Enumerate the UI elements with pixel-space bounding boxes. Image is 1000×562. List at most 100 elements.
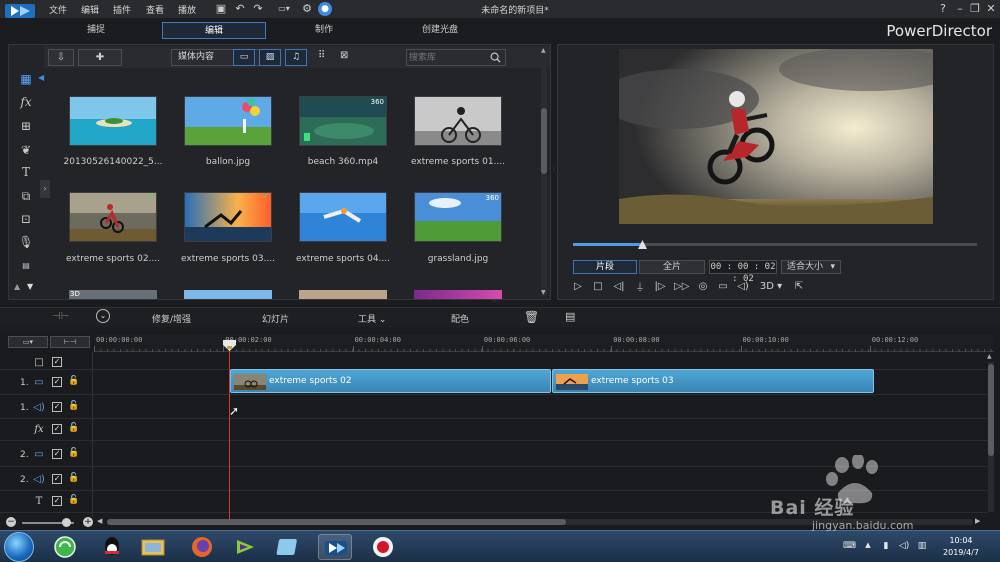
- lock-icon[interactable]: 🔓: [68, 376, 80, 388]
- undock-preview-icon[interactable]: ⇱: [792, 280, 806, 294]
- tab-capture[interactable]: 捕捉: [44, 22, 148, 39]
- lock-icon[interactable]: 🔓: [68, 495, 80, 507]
- lock-icon[interactable]: 🔓: [68, 423, 80, 435]
- close-icon[interactable]: ✕: [984, 2, 998, 16]
- library-thumb-1[interactable]: [69, 96, 157, 146]
- timeline-zoom-knob[interactable]: [62, 518, 71, 527]
- aspect-ratio-icon[interactable]: ▭▾: [272, 2, 296, 16]
- minimize-icon[interactable]: –: [953, 2, 967, 16]
- grid-view-icon[interactable]: ⠿: [318, 50, 325, 61]
- settings-gear-icon[interactable]: ⚙: [300, 2, 314, 16]
- scroll-left-icon[interactable]: ◀: [97, 517, 105, 527]
- voice-over-room-icon[interactable]: 🎙: [18, 234, 34, 250]
- movie-mode-button[interactable]: 全片: [639, 260, 705, 274]
- subtitle-icon[interactable]: ▭: [716, 280, 730, 294]
- library-thumb-partial[interactable]: [184, 290, 272, 299]
- track-enable-checkbox[interactable]: ✓: [52, 496, 62, 506]
- track-enable-checkbox[interactable]: ✓: [52, 424, 62, 434]
- timeline-clip-2[interactable]: extreme sports 03: [552, 369, 874, 393]
- library-scrollbar[interactable]: [541, 58, 547, 296]
- timeline-vertical-scroll-thumb[interactable]: [988, 364, 994, 456]
- help-icon[interactable]: ?: [936, 2, 950, 16]
- tray-network-icon[interactable]: ▥: [916, 541, 928, 553]
- particle-room-icon[interactable]: ❦: [18, 142, 34, 158]
- timeline-options-icon[interactable]: ⌄: [96, 309, 110, 323]
- lock-icon[interactable]: 🔓: [68, 448, 80, 460]
- preview-seek-handle[interactable]: [637, 240, 647, 249]
- tray-keyboard-icon[interactable]: ⌨: [843, 541, 856, 553]
- playhead-handle[interactable]: [223, 340, 236, 351]
- transition-room-icon[interactable]: ⧉: [18, 188, 34, 204]
- expand-view-icon[interactable]: ⊠: [340, 50, 348, 61]
- redo-icon[interactable]: ↷: [251, 2, 265, 16]
- taskbar-explorer-icon[interactable]: [136, 534, 170, 560]
- slideshow-button[interactable]: 幻灯片: [262, 312, 289, 325]
- master-square-icon[interactable]: □: [32, 357, 46, 369]
- tools-menu-button[interactable]: 工具 ⌄: [358, 312, 386, 325]
- fx-room-icon[interactable]: fx: [18, 94, 34, 110]
- playhead-line[interactable]: [229, 340, 230, 520]
- filter-image-icon[interactable]: ▨: [259, 49, 281, 66]
- library-thumb-7[interactable]: [299, 192, 387, 242]
- taskbar-media-player-icon[interactable]: [228, 534, 262, 560]
- zoom-out-icon[interactable]: −: [6, 517, 16, 527]
- track-enable-checkbox[interactable]: ✓: [52, 474, 62, 484]
- next-frame-icon[interactable]: |▷: [653, 280, 667, 294]
- tab-edit[interactable]: 编辑: [162, 22, 266, 39]
- play-icon[interactable]: ▷: [571, 280, 585, 294]
- tab-produce[interactable]: 制作: [272, 22, 376, 39]
- tab-create-disc[interactable]: 创建光盘: [388, 22, 492, 39]
- library-thumb-3[interactable]: 360: [299, 96, 387, 146]
- start-button[interactable]: [4, 532, 34, 562]
- save-icon[interactable]: ▣: [214, 2, 228, 16]
- taskbar-clock[interactable]: 10:04 2019/4/7: [936, 535, 986, 559]
- menu-playback[interactable]: 播放: [178, 3, 196, 16]
- plugins-puzzle-icon[interactable]: ✚: [78, 49, 122, 66]
- taskbar-qq-icon[interactable]: [95, 534, 129, 560]
- previous-frame-icon[interactable]: ◁|: [612, 280, 626, 294]
- search-icon[interactable]: [490, 52, 501, 63]
- zoom-fit-select[interactable]: 适合大小 ▾: [781, 260, 841, 274]
- tray-power-icon[interactable]: ▮: [880, 541, 892, 553]
- mode-3d-icon[interactable]: 3D ▾: [758, 280, 784, 294]
- horizontal-splitter-grip[interactable]: ⋯: [492, 298, 510, 305]
- tray-expand-icon[interactable]: ▲: [862, 541, 874, 553]
- pip-room-icon[interactable]: ⊞: [18, 118, 34, 134]
- audio-mixing-room-icon[interactable]: ⊡: [18, 211, 34, 227]
- library-thumb-partial[interactable]: [414, 290, 502, 299]
- expand-rail-icon[interactable]: ›: [40, 180, 50, 198]
- filter-video-icon[interactable]: ▭: [233, 49, 255, 66]
- clip-mode-button[interactable]: 片段: [573, 260, 637, 274]
- vertical-splitter-grip[interactable]: ⋮: [551, 165, 557, 177]
- library-thumb-8[interactable]: 360: [414, 192, 502, 242]
- lock-icon[interactable]: 🔓: [68, 473, 80, 485]
- scroll-down-icon[interactable]: ▼: [541, 289, 547, 297]
- media-room-icon[interactable]: ▦: [18, 71, 34, 87]
- repair-enhance-button[interactable]: 修复/增强: [152, 312, 191, 325]
- timecode-display[interactable]: 00 : 00 : 02 : 02: [709, 260, 777, 284]
- color-match-button[interactable]: 配色: [451, 312, 469, 325]
- taskbar-recorder-icon[interactable]: [366, 534, 400, 560]
- track-enable-checkbox[interactable]: ✓: [52, 402, 62, 412]
- timeline-clip-1[interactable]: extreme sports 02: [230, 369, 551, 393]
- library-thumb-4[interactable]: [414, 96, 502, 146]
- library-thumb-5[interactable]: ✓: [69, 192, 157, 242]
- menu-edit[interactable]: 编辑: [81, 3, 99, 16]
- fit-timeline-icon[interactable]: ⊢⊣: [50, 336, 90, 348]
- storyboard-view-icon[interactable]: ▤: [565, 310, 575, 323]
- import-media-icon[interactable]: ⇩: [48, 49, 74, 66]
- track-enable-checkbox[interactable]: ✓: [52, 357, 62, 367]
- split-icon[interactable]: ⍊: [633, 280, 647, 294]
- library-thumb-2[interactable]: [184, 96, 272, 146]
- library-scrollbar-thumb[interactable]: [541, 108, 547, 174]
- zoom-in-icon[interactable]: +: [83, 517, 93, 527]
- library-thumb-partial[interactable]: [299, 290, 387, 299]
- taskbar-firefox-icon[interactable]: [185, 534, 219, 560]
- library-search[interactable]: [406, 49, 506, 66]
- snapshot-camera-icon[interactable]: ◎: [696, 280, 710, 294]
- preview-frame[interactable]: [619, 49, 933, 224]
- account-icon[interactable]: ●: [318, 2, 332, 16]
- volume-icon[interactable]: ◁): [736, 280, 750, 294]
- taskbar-powerdirector-icon[interactable]: [318, 534, 352, 560]
- rail-down-icon[interactable]: ▼: [27, 282, 37, 292]
